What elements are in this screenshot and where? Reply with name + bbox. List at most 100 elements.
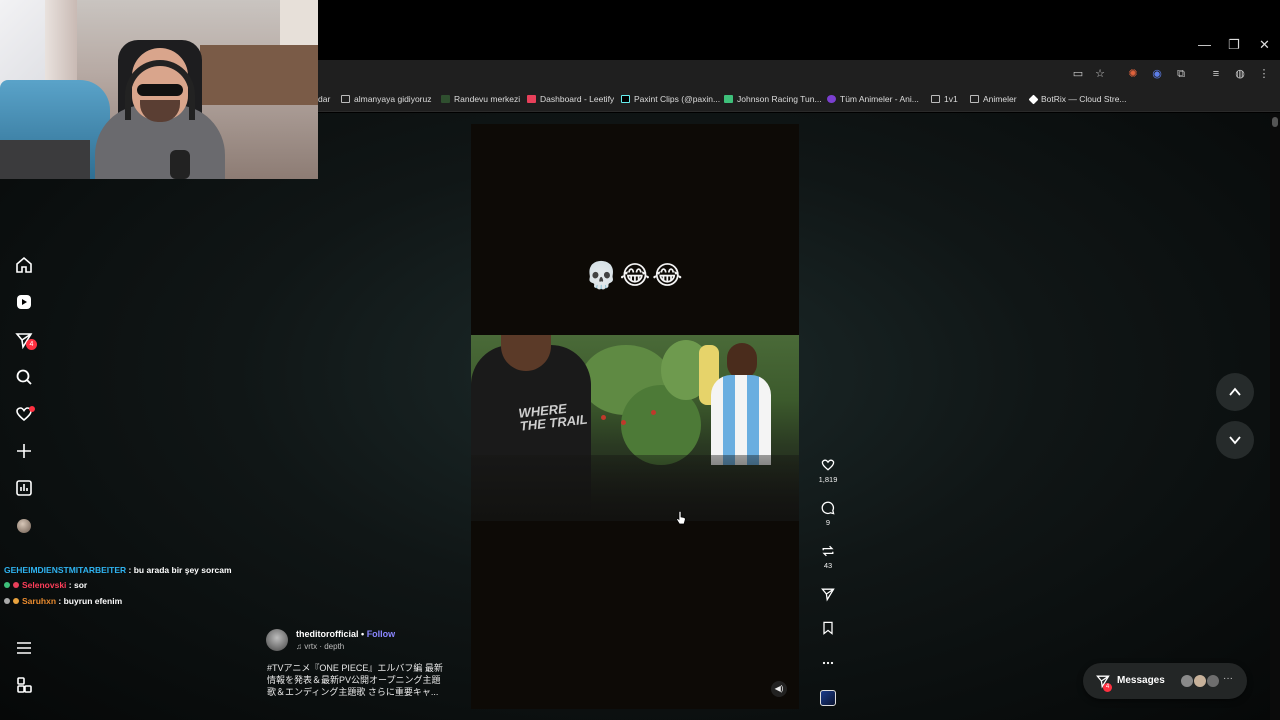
botrix-icon <box>1028 94 1039 105</box>
chat-message: Saruhxn : buyrun efenim <box>4 595 122 607</box>
restore-button[interactable]: ❐ <box>1228 38 1240 52</box>
site-icon <box>441 95 450 103</box>
bookmark-icon <box>823 621 833 635</box>
notification-dot <box>29 406 35 412</box>
media-control-icon[interactable]: ≡ <box>1209 67 1223 81</box>
hand-cursor-icon <box>676 511 686 525</box>
child-head <box>501 335 551 371</box>
bookmark-item[interactable]: Paxint Clips (@paxin... <box>621 93 720 105</box>
bookmark-label: BotRix — Cloud Stre... <box>1041 94 1127 104</box>
bookmark-item[interactable]: dar <box>318 93 330 105</box>
flower <box>621 420 626 425</box>
bookmark-label: Johnson Racing Tun... <box>737 94 822 104</box>
more-action[interactable] <box>818 655 838 671</box>
folder-icon <box>931 95 940 103</box>
comment-icon <box>821 501 835 515</box>
chat-badge-icon <box>4 598 10 604</box>
chat-username: Saruhxn <box>22 596 57 606</box>
messages-pill[interactable]: 4 Messages ··· <box>1083 663 1247 699</box>
reel-video[interactable]: 💀😂😂 WHERE THE TRAIL ◀) <box>471 124 799 709</box>
audio-line[interactable]: ♫ vrtx · depth <box>296 642 344 652</box>
audio-thumbnail[interactable] <box>820 690 836 706</box>
reels-icon[interactable] <box>14 292 34 312</box>
plus-icon[interactable] <box>14 441 34 461</box>
bookmark-label: almanyaya gidiyoruz <box>354 94 432 104</box>
bookmark-item[interactable]: Johnson Racing Tun... <box>724 93 822 105</box>
reel-caption[interactable]: #TVアニメ『ONE PIECE』エルバフ編 最新 情報を発表＆最新PV公開オー… <box>267 662 453 698</box>
bookmark-item[interactable]: Animeler <box>970 93 1017 105</box>
chat-badge-icon <box>13 598 19 604</box>
bookmark-item[interactable]: Tüm Animeler - Ani... <box>827 93 919 105</box>
kebab-menu-icon[interactable]: ⋮ <box>1257 67 1271 81</box>
chart-icon[interactable] <box>14 478 34 498</box>
grid-icon[interactable] <box>14 675 34 695</box>
machine-parts <box>471 455 799 521</box>
home-icon[interactable] <box>14 255 34 275</box>
chat-username: Selenovski <box>22 580 67 590</box>
author-line: theditorofficial • Follow <box>296 628 395 640</box>
bookmark-label: Animeler <box>983 94 1017 104</box>
more-icon: ··· <box>1223 673 1233 684</box>
profile-icon[interactable]: ◍ <box>1233 67 1247 81</box>
like-count: 1,819 <box>818 475 838 484</box>
reel-overlay-text: 💀😂😂 <box>585 260 685 290</box>
site-icon <box>724 95 733 103</box>
tiktok-icon <box>621 95 630 103</box>
chat-message: GEHEIMDIENSTMITARBEITER : bu arada bir ş… <box>4 565 232 575</box>
reel-clip-frame: WHERE THE TRAIL <box>471 335 799 521</box>
chat-badge-icon <box>13 582 19 588</box>
previous-reel-button[interactable] <box>1216 373 1254 411</box>
extension-1-icon[interactable]: ✺ <box>1126 67 1140 81</box>
desk <box>200 45 318 105</box>
music-note-icon: ♫ <box>296 642 302 651</box>
bookmark-star-icon[interactable]: ☆ <box>1093 67 1107 81</box>
like-action[interactable]: 1,819 <box>818 457 838 485</box>
messages-badge: 4 <box>1103 683 1112 692</box>
avatar <box>1180 674 1194 688</box>
bookmark-item[interactable]: BotRix — Cloud Stre... <box>1028 93 1127 105</box>
save-action[interactable] <box>818 620 838 636</box>
bookmark-label: Tüm Animeler - Ani... <box>840 94 919 104</box>
author-username[interactable]: theditorofficial <box>296 629 359 639</box>
extensions-puzzle-icon[interactable]: ⧉ <box>1174 67 1188 81</box>
separator: • <box>361 629 365 639</box>
chat-message: Selenovski : sor <box>4 579 87 591</box>
flower <box>601 415 606 420</box>
minimize-button[interactable]: — <box>1198 38 1211 52</box>
bookmark-item[interactable]: Randevu merkezi <box>441 93 520 105</box>
search-icon[interactable] <box>14 367 34 387</box>
leetify-icon <box>527 95 536 103</box>
avatar <box>1206 674 1220 688</box>
chat-text: buyrun efenim <box>63 596 123 606</box>
repost-icon <box>822 545 834 557</box>
folder-icon <box>341 95 350 103</box>
microphone <box>170 150 190 179</box>
share-action[interactable] <box>818 586 838 602</box>
screen: — ❐ ✕ ▭ ☆ ✺ ◉ ⧉ ≡ ◍ ⋮ dar almanyaya gidi… <box>0 0 1280 720</box>
chevron-up-icon <box>1229 387 1241 396</box>
cast-icon[interactable]: ▭ <box>1071 67 1085 81</box>
menu-icon[interactable] <box>14 638 34 658</box>
extension-2-icon[interactable]: ◉ <box>1150 67 1164 81</box>
bookmark-item[interactable]: Dashboard - Leetify <box>527 93 614 105</box>
follow-button[interactable]: Follow <box>367 629 396 639</box>
bookmark-item[interactable]: almanyaya gidiyoruz <box>341 93 431 105</box>
volume-icon[interactable]: ◀) <box>771 681 787 697</box>
repost-action[interactable]: 43 <box>818 543 838 571</box>
bookmark-item[interactable]: 1v1 <box>931 93 958 105</box>
chat-username: GEHEIMDIENSTMITARBEITER <box>4 565 127 575</box>
messages-label: Messages <box>1117 675 1165 686</box>
author-avatar[interactable] <box>266 629 288 651</box>
profile-avatar[interactable] <box>17 519 31 533</box>
comment-count: 9 <box>825 518 831 527</box>
repost-count: 43 <box>823 561 833 570</box>
shirt-text: WHERE THE TRAIL <box>517 400 589 434</box>
page-scrollbar[interactable] <box>1270 113 1280 720</box>
scrollbar-thumb[interactable] <box>1272 117 1278 127</box>
next-reel-button[interactable] <box>1216 421 1254 459</box>
messages-badge: 4 <box>26 339 37 350</box>
comment-action[interactable]: 9 <box>818 500 838 528</box>
chat-text: sor <box>73 580 88 590</box>
laptop <box>0 140 90 179</box>
close-button[interactable]: ✕ <box>1259 38 1270 52</box>
